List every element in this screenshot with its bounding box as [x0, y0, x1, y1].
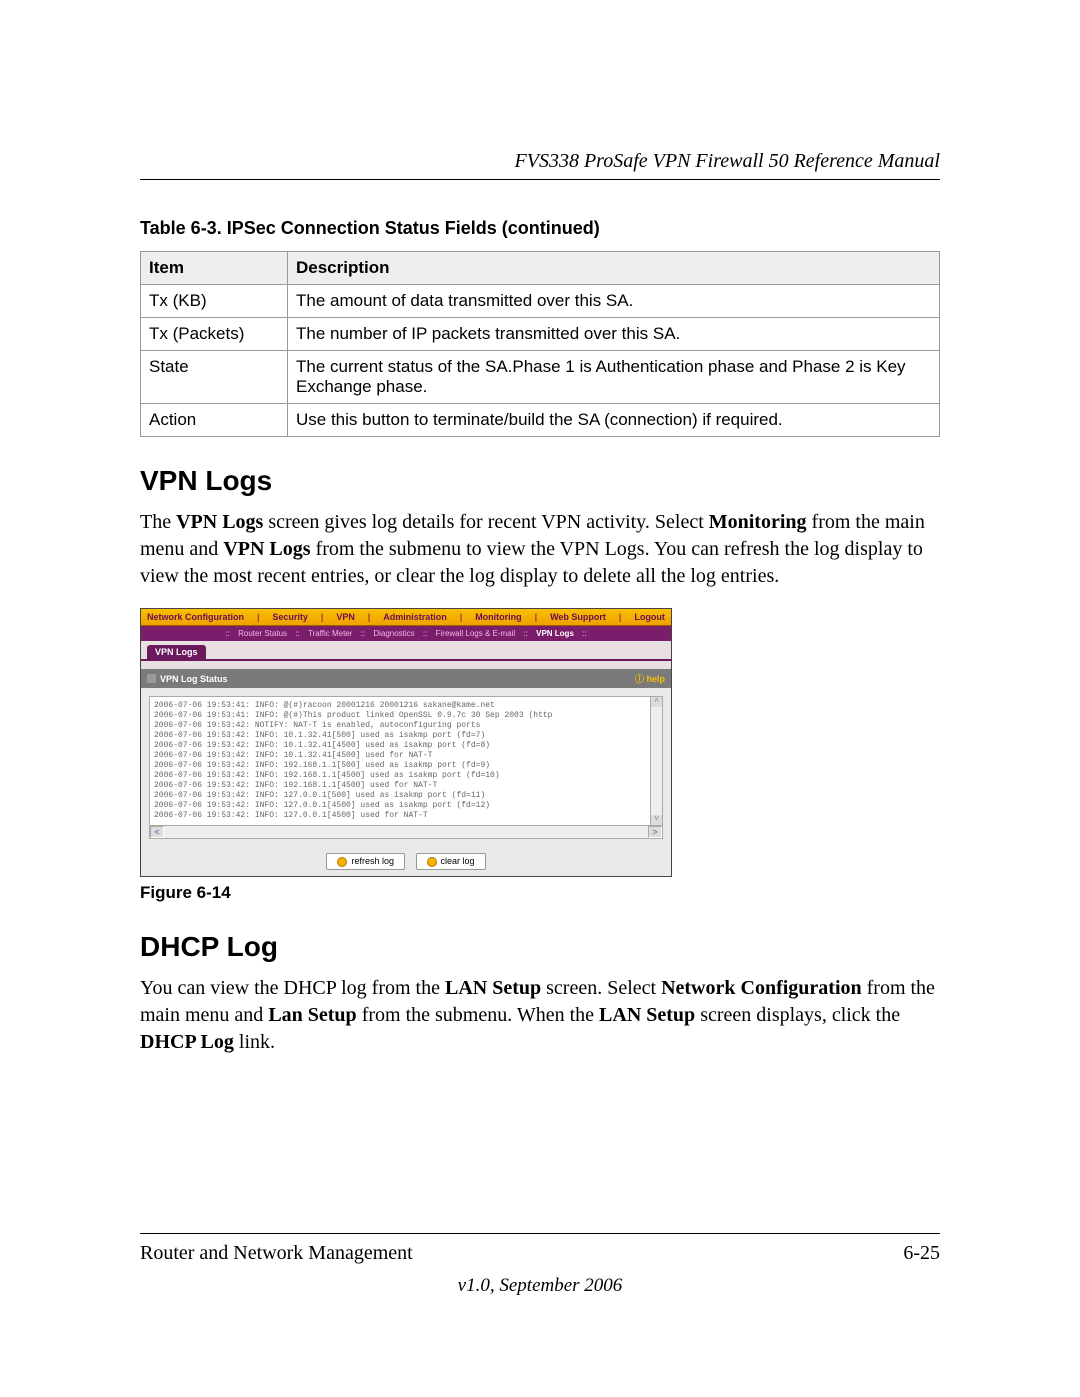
col-item: Item	[141, 252, 288, 285]
text: The	[140, 511, 176, 533]
text: link.	[234, 1031, 275, 1053]
top-rule	[140, 179, 940, 180]
page-footer: Router and Network Management 6-25 v1.0,…	[140, 1233, 940, 1297]
log-line: 2006-07-06 19:53:42: INFO: 192.168.1.1[4…	[154, 771, 658, 781]
figure-label: Figure 6-14	[140, 883, 940, 903]
log-line: 2006-07-06 19:53:42: INFO: 127.0.0.1[450…	[154, 811, 658, 821]
para-vpn-logs: The VPN Logs screen gives log details fo…	[140, 509, 940, 590]
scroll-up-icon[interactable]: ˄	[651, 697, 662, 707]
cell-item: Tx (Packets)	[141, 318, 288, 351]
nav-item[interactable]: Web Support	[550, 612, 606, 622]
table-row: Tx (KB) The amount of data transmitted o…	[141, 285, 940, 318]
bold: VPN Logs	[176, 511, 263, 533]
table-header-row: Item Description	[141, 252, 940, 285]
nav-item[interactable]: Security	[272, 612, 308, 622]
subnav-item[interactable]: Firewall Logs & E-mail	[433, 629, 519, 638]
subnav-item-selected[interactable]: VPN Logs	[533, 629, 577, 638]
text: screen. Select	[541, 977, 661, 999]
cell-desc: The number of IP packets transmitted ove…	[288, 318, 940, 351]
col-desc: Description	[288, 252, 940, 285]
log-line: 2006-07-06 19:53:42: INFO: 10.1.32.41[50…	[154, 731, 658, 741]
heading-vpn-logs: VPN Logs	[140, 465, 940, 497]
nav-item[interactable]: Monitoring	[475, 612, 522, 622]
collapse-icon[interactable]	[147, 674, 156, 683]
cell-item: Action	[141, 404, 288, 437]
cell-desc: The amount of data transmitted over this…	[288, 285, 940, 318]
footer-page-number: 6-25	[903, 1242, 940, 1265]
table-row: Action Use this button to terminate/buil…	[141, 404, 940, 437]
scroll-left-icon[interactable]: <	[150, 826, 164, 838]
log-line: 2006-07-06 19:53:42: NOTIFY: NAT-T is en…	[154, 721, 658, 731]
bold: Monitoring	[709, 511, 807, 533]
bold: Lan Setup	[268, 1004, 356, 1026]
para-dhcp-log: You can view the DHCP log from the LAN S…	[140, 975, 940, 1056]
nav-item[interactable]: Logout	[634, 612, 665, 622]
text: screen displays, click the	[695, 1004, 900, 1026]
bold: VPN Logs	[223, 538, 310, 560]
log-line: 2006-07-06 19:53:42: INFO: 127.0.0.1[500…	[154, 791, 658, 801]
log-line: 2006-07-06 19:53:42: INFO: 10.1.32.41[45…	[154, 741, 658, 751]
clear-icon	[427, 857, 437, 867]
horizontal-scrollbar[interactable]: < >	[149, 826, 663, 839]
text: screen gives log details for recent VPN …	[263, 511, 708, 533]
cell-item: State	[141, 351, 288, 404]
app-subnav: :: Router Status :: Traffic Meter :: Dia…	[141, 626, 671, 641]
bold: Network Configuration	[661, 977, 862, 999]
scroll-right-icon[interactable]: >	[648, 826, 662, 838]
button-bar: refresh log clear log	[141, 847, 671, 876]
panel-head: VPN Log Status ⓘ help	[141, 669, 671, 688]
vertical-scrollbar[interactable]: ˄ ˅	[650, 697, 662, 825]
panel-body: 2006-07-06 19:53:41: INFO: @(#)racoon 20…	[141, 688, 671, 847]
figure-vpn-logs: Network Configuration| Security| VPN| Ad…	[140, 608, 940, 903]
app-screenshot: Network Configuration| Security| VPN| Ad…	[140, 608, 672, 877]
app-tabbar: VPN Logs	[141, 641, 671, 661]
log-line: 2006-07-06 19:53:42: INFO: 192.168.1.1[5…	[154, 761, 658, 771]
log-line: 2006-07-06 19:53:42: INFO: 10.1.32.41[45…	[154, 751, 658, 761]
doc-title: FVS338 ProSafe VPN Firewall 50 Reference…	[140, 150, 940, 173]
log-line: 2006-07-06 19:53:41: INFO: @(#)racoon 20…	[154, 701, 658, 711]
bold: LAN Setup	[599, 1004, 695, 1026]
page: FVS338 ProSafe VPN Firewall 50 Reference…	[0, 0, 1080, 1397]
ipsec-status-table: Item Description Tx (KB) The amount of d…	[140, 251, 940, 437]
text: from the submenu. When the	[357, 1004, 599, 1026]
log-line: 2006-07-06 19:53:42: INFO: 127.0.0.1[450…	[154, 801, 658, 811]
clear-log-button[interactable]: clear log	[416, 853, 486, 870]
app-nav: Network Configuration| Security| VPN| Ad…	[141, 609, 671, 626]
nav-item[interactable]: VPN	[336, 612, 355, 622]
cell-desc: The current status of the SA.Phase 1 is …	[288, 351, 940, 404]
footer-version: v1.0, September 2006	[140, 1275, 940, 1297]
panel-title: VPN Log Status	[160, 674, 228, 684]
scroll-track[interactable]	[164, 826, 648, 838]
table-row: Tx (Packets) The number of IP packets tr…	[141, 318, 940, 351]
heading-dhcp-log: DHCP Log	[140, 931, 940, 963]
help-icon: ⓘ	[635, 674, 644, 684]
cell-item: Tx (KB)	[141, 285, 288, 318]
table-row: State The current status of the SA.Phase…	[141, 351, 940, 404]
text: You can view the DHCP log from the	[140, 977, 445, 999]
nav-item[interactable]: Administration	[383, 612, 447, 622]
footer-left: Router and Network Management	[140, 1242, 413, 1265]
subnav-item[interactable]: Diagnostics	[370, 629, 417, 638]
subnav-item[interactable]: Router Status	[235, 629, 290, 638]
subnav-item[interactable]: Traffic Meter	[305, 629, 355, 638]
bold: DHCP Log	[140, 1031, 234, 1053]
log-line: 2006-07-06 19:53:41: INFO: @(#)This prod…	[154, 711, 658, 721]
log-textarea[interactable]: 2006-07-06 19:53:41: INFO: @(#)racoon 20…	[149, 696, 663, 826]
bold: LAN Setup	[445, 977, 541, 999]
nav-item[interactable]: Network Configuration	[147, 612, 244, 622]
log-line: 2006-07-06 19:53:42: INFO: 192.168.1.1[4…	[154, 781, 658, 791]
help-link[interactable]: ⓘ help	[635, 672, 665, 685]
table-caption: Table 6-3. IPSec Connection Status Field…	[140, 218, 940, 239]
tab-vpn-logs[interactable]: VPN Logs	[147, 645, 206, 659]
cell-desc: Use this button to terminate/build the S…	[288, 404, 940, 437]
refresh-log-button[interactable]: refresh log	[326, 853, 405, 870]
scroll-down-icon[interactable]: ˅	[651, 815, 662, 825]
refresh-icon	[337, 857, 347, 867]
